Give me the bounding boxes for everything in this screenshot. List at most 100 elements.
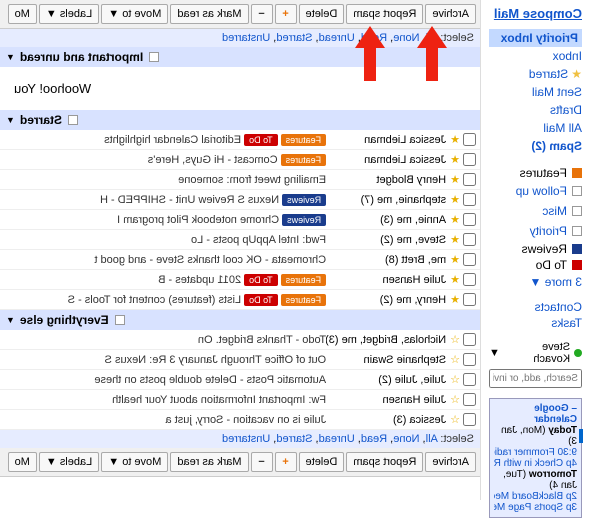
select-unread[interactable]: Unread <box>319 433 355 445</box>
row-checkbox[interactable] <box>463 273 476 286</box>
mail-row[interactable]: ★ stephanie, me (7) ReviewsNexus S Revie… <box>0 190 480 210</box>
label-priority[interactable]: Priority <box>489 221 582 241</box>
report-spam-button[interactable]: Report spam <box>346 4 423 24</box>
label-reviews[interactable]: Reviews <box>489 241 582 257</box>
cal-event[interactable]: 4p Check in with RIM re: Pla <box>494 458 577 469</box>
star-icon[interactable]: ★ <box>450 253 460 266</box>
move-to-button[interactable]: Move to ▼ <box>101 4 168 24</box>
row-checkbox[interactable] <box>463 193 476 206</box>
star-icon[interactable]: ★ <box>450 133 460 146</box>
archive-button[interactable]: Archive <box>425 452 476 472</box>
select-read[interactable]: Read <box>361 32 387 44</box>
star-icon[interactable]: ☆ <box>450 333 460 346</box>
nav-spam[interactable]: Spam (2) <box>489 137 582 155</box>
chat-search-input[interactable] <box>489 369 582 388</box>
star-icon[interactable]: ★ <box>450 273 460 286</box>
mail-row[interactable]: ★ Henry Blodget Emailing tweet from: som… <box>0 170 480 190</box>
mail-row[interactable]: ☆ Julie Hansen Fw: Important Information… <box>0 390 480 410</box>
move-to-button[interactable]: Move to ▼ <box>101 452 168 472</box>
select-all[interactable]: All <box>426 433 438 445</box>
report-spam-button[interactable]: Report spam <box>346 452 423 472</box>
label-misc[interactable]: Misc <box>489 201 582 221</box>
row-checkbox[interactable] <box>463 133 476 146</box>
star-icon[interactable]: ☆ <box>450 373 460 386</box>
labels-button[interactable]: Labels ▼ <box>39 452 99 472</box>
row-checkbox[interactable] <box>463 173 476 186</box>
label-todo[interactable]: To Do <box>489 257 582 273</box>
select-all[interactable]: All <box>426 32 438 44</box>
nav-drafts[interactable]: Drafts <box>489 101 582 119</box>
section-important[interactable]: Important and unread ▼ <box>0 47 480 67</box>
labels-button[interactable]: Labels ▼ <box>39 4 99 24</box>
select-read[interactable]: Read <box>361 433 387 445</box>
select-starred[interactable]: Starred <box>276 32 312 44</box>
star-icon[interactable]: ★ <box>450 193 460 206</box>
row-checkbox[interactable] <box>463 413 476 426</box>
mail-row[interactable]: ☆ Stephanie Swain Out of Office Through … <box>0 350 480 370</box>
tasks-link[interactable]: Tasks <box>489 315 582 331</box>
compose-link[interactable]: Compose Mail <box>489 6 582 21</box>
nav-all-mail[interactable]: All Mail <box>489 119 582 137</box>
contacts-link[interactable]: Contacts <box>489 299 582 315</box>
label-followup[interactable]: Follow up <box>489 181 582 201</box>
row-checkbox[interactable] <box>463 253 476 266</box>
row-checkbox[interactable] <box>463 293 476 306</box>
chat-header[interactable]: Steve Kovach ▼ <box>489 341 582 365</box>
cal-event[interactable]: 9:30 Frommer radio intervi <box>494 447 577 458</box>
nav-sent[interactable]: Sent Mail <box>489 83 582 101</box>
archive-button[interactable]: Archive <box>425 4 476 24</box>
more-button[interactable]: Mo <box>8 4 37 24</box>
mark-read-button[interactable]: Mark as read <box>170 4 248 24</box>
delete-button[interactable]: Delete <box>299 4 345 24</box>
select-unread[interactable]: Unread <box>319 32 355 44</box>
more-button[interactable]: Mo <box>8 452 37 472</box>
select-starred[interactable]: Starred <box>276 433 312 445</box>
row-checkbox[interactable] <box>463 333 476 346</box>
row-checkbox[interactable] <box>463 353 476 366</box>
star-icon[interactable]: ★ <box>450 293 460 306</box>
section-starred[interactable]: Starred ▼ <box>0 110 480 130</box>
mail-row[interactable]: ★ Annie, me (3) ReviewsChrome notebook P… <box>0 210 480 230</box>
section-else[interactable]: Everything else ▼ <box>0 310 480 330</box>
mail-row[interactable]: ☆ Nicholas, Bridget, me (3) Todo - Thank… <box>0 330 480 350</box>
select-none[interactable]: None <box>393 433 419 445</box>
star-icon[interactable]: ☆ <box>450 413 460 426</box>
nav-priority-inbox[interactable]: Priority Inbox <box>489 29 582 47</box>
mail-row[interactable]: ★ Steve, me (2) Fwd: Intel AppUp posts -… <box>0 230 480 250</box>
delete-button[interactable]: Delete <box>299 452 345 472</box>
mail-row[interactable]: ☆ Julie, Julie (2) Automatic Posts - Del… <box>0 370 480 390</box>
nav-starred[interactable]: ★Starred <box>489 65 582 83</box>
select-unstarred[interactable]: Unstarred <box>222 433 270 445</box>
mark-read-button[interactable]: Mark as read <box>170 452 248 472</box>
star-icon[interactable]: ★ <box>450 233 460 246</box>
important-minus-button[interactable]: − <box>251 4 273 24</box>
star-icon[interactable]: ★ <box>450 213 460 226</box>
row-checkbox[interactable] <box>463 213 476 226</box>
cal-collapse[interactable]: – <box>571 403 577 414</box>
select-none[interactable]: None <box>393 32 419 44</box>
cal-event[interactable]: 2p BlackBoard Meeting <box>494 491 577 502</box>
mail-row[interactable]: ★ Henry, me (2) FeaturesTo DoLists (feat… <box>0 290 480 310</box>
labels-more[interactable]: 3 more ▼ <box>489 275 582 289</box>
mail-row[interactable]: ★ Jessica Liebman FeaturesTo DoEditorial… <box>0 130 480 150</box>
mail-row[interactable]: ☆ Jessica (3) Julie is on vacation - Sor… <box>0 410 480 430</box>
nav-inbox[interactable]: Inbox <box>489 47 582 65</box>
row-checkbox[interactable] <box>463 393 476 406</box>
star-icon[interactable]: ☆ <box>450 393 460 406</box>
important-minus-button[interactable]: − <box>251 452 273 472</box>
row-checkbox[interactable] <box>463 153 476 166</box>
star-icon[interactable]: ★ <box>450 173 460 186</box>
mail-row[interactable]: ★ Julie Hansen FeaturesTo Do2011 updates… <box>0 270 480 290</box>
select-unstarred[interactable]: Unstarred <box>222 32 270 44</box>
label-features[interactable]: Features <box>489 165 582 181</box>
row-checkbox[interactable] <box>463 233 476 246</box>
cal-event[interactable]: 3p Sports Page Meeti <box>494 502 577 513</box>
star-icon[interactable]: ★ <box>450 153 460 166</box>
mail-row[interactable]: ★ me, Brett (8) Chromeata - OK cool than… <box>0 250 480 270</box>
important-plus-button[interactable]: + <box>275 4 297 24</box>
star-icon[interactable]: ☆ <box>450 353 460 366</box>
mail-row[interactable]: ★ Jessica Liebman FeaturesComcast - Hi G… <box>0 150 480 170</box>
row-checkbox[interactable] <box>463 373 476 386</box>
square-icon <box>572 226 582 236</box>
important-plus-button[interactable]: + <box>275 452 297 472</box>
